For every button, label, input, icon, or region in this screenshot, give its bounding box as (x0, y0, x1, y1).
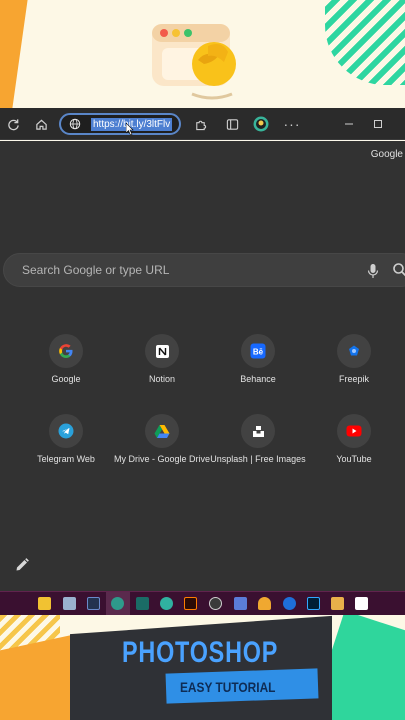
profile-icon[interactable] (253, 116, 269, 132)
bottom-thumbnail-banner: PHOTOSHOP EASY TUTORIAL (0, 615, 405, 720)
shortcut-label: YouTube (336, 454, 372, 464)
sidebar-icon[interactable] (224, 116, 240, 132)
taskbar-app-icon[interactable] (63, 597, 76, 610)
taskbar-app-icon[interactable] (283, 597, 296, 610)
taskbar-edge-icon[interactable] (111, 597, 124, 610)
svg-text:Bē: Bē (253, 348, 264, 357)
mouse-cursor-icon (126, 123, 134, 135)
behance-icon: Bē (250, 343, 266, 359)
maximize-icon[interactable] (370, 116, 386, 132)
taskbar (0, 591, 405, 616)
taskbar-illustrator-icon[interactable] (184, 597, 197, 610)
refresh-icon[interactable] (5, 116, 21, 132)
thumbnail-title: PHOTOSHOP (122, 636, 279, 669)
google-icon (59, 344, 73, 358)
customize-pencil-icon[interactable] (14, 557, 30, 573)
shortcut-behance[interactable]: Bē Behance (203, 334, 313, 394)
taskbar-app-icon[interactable] (87, 597, 100, 610)
shortcut-label: Notion (148, 374, 175, 384)
shortcut-label: Telegram Web (37, 454, 95, 464)
shortcut-label: Unsplash | Free Images (210, 454, 306, 464)
taskbar-app-icon[interactable] (258, 597, 271, 610)
google-link[interactable]: Google (371, 149, 403, 160)
shortcut-google[interactable]: Google (11, 334, 121, 394)
search-placeholder: Search Google or type URL (22, 263, 170, 277)
globe-icon (69, 118, 81, 130)
shortcut-google-drive[interactable]: My Drive - Google Drive (107, 414, 217, 474)
orange-shape (0, 635, 70, 720)
browser-peek-sticker-icon (152, 24, 236, 100)
shortcut-label: Behance (240, 374, 276, 384)
home-icon[interactable] (33, 116, 49, 132)
telegram-icon (58, 423, 74, 439)
taskbar-capcut-icon[interactable] (355, 597, 368, 610)
green-stripes (325, 0, 405, 85)
microphone-icon[interactable] (367, 263, 379, 279)
more-icon[interactable]: ··· (284, 116, 300, 132)
shortcut-freepik[interactable]: Freepik (299, 334, 405, 394)
taskbar-photoshop-icon[interactable] (307, 597, 320, 610)
minimize-icon[interactable] (341, 116, 357, 132)
new-tab-page: Google Search Google or type URL Google (0, 141, 405, 591)
shortcut-label: Freepik (338, 374, 369, 384)
thumbnail-tag: EASY TUTORIAL (180, 679, 276, 695)
taskbar-app-icon[interactable] (136, 597, 149, 610)
shortcut-telegram[interactable]: Telegram Web (11, 414, 121, 474)
taskbar-folder-icon[interactable] (331, 597, 344, 610)
orange-shape (0, 0, 28, 108)
freepik-icon (349, 345, 359, 356)
shortcut-notion[interactable]: Notion (107, 334, 217, 394)
extensions-icon[interactable] (192, 116, 208, 132)
screenshot-frame: https://bit.ly/3ltFlv ··· Google Search … (0, 0, 405, 720)
taskbar-app-icon[interactable] (234, 597, 247, 610)
google-drive-icon (154, 424, 170, 438)
taskbar-app-icon[interactable] (209, 597, 222, 610)
taskbar-app-icon[interactable] (160, 597, 173, 610)
taskbar-file-explorer-icon[interactable] (38, 597, 51, 610)
youtube-icon (346, 425, 362, 437)
shortcut-label: My Drive - Google Drive (113, 454, 211, 464)
search-box[interactable]: Search Google or type URL (3, 253, 405, 287)
shortcut-unsplash[interactable]: Unsplash | Free Images (203, 414, 313, 474)
address-bar[interactable]: https://bit.ly/3ltFlv (59, 113, 181, 135)
google-lens-icon[interactable] (392, 262, 405, 278)
shortcut-label: Google (51, 374, 81, 384)
notion-icon (155, 344, 169, 358)
top-decorative-banner (0, 0, 405, 108)
shortcut-youtube[interactable]: YouTube (299, 414, 405, 474)
browser-toolbar: https://bit.ly/3ltFlv ··· (0, 108, 405, 140)
unsplash-icon (252, 425, 264, 437)
